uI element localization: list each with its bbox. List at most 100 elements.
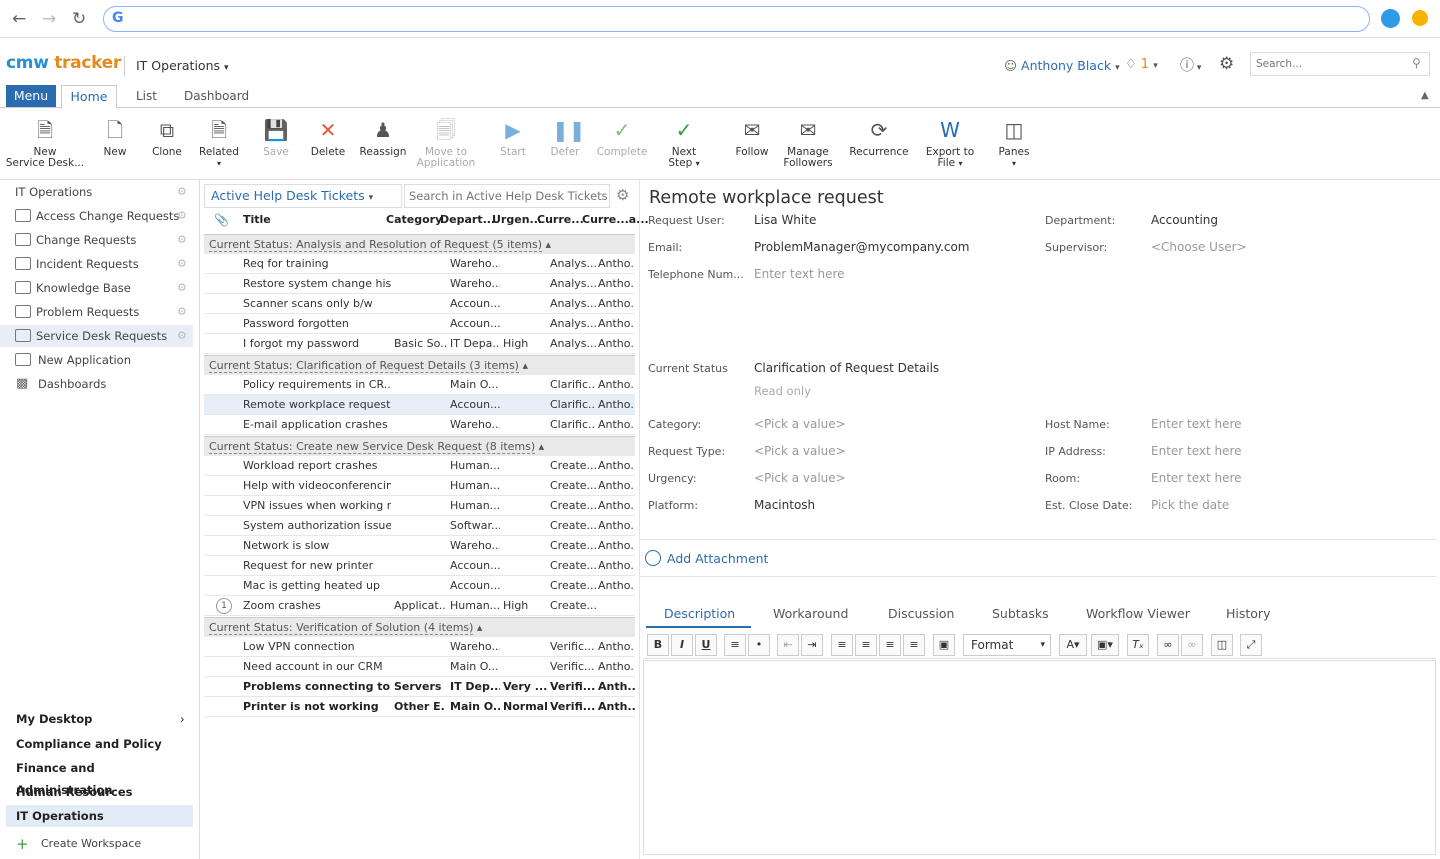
complete-button[interactable]: ✓ Complete: [594, 109, 650, 180]
next-step-button[interactable]: ✓ Next Step ▾: [662, 109, 706, 180]
collapse-group-icon[interactable]: ▴: [473, 621, 483, 634]
settings-gear-icon[interactable]: ⚙: [1219, 54, 1234, 74]
category-select[interactable]: <Pick a value>: [754, 417, 846, 431]
table-row[interactable]: Scanner scans only b/w Accoun... Analys...…: [204, 294, 635, 314]
help-button[interactable]: ⓘ ▾: [1180, 55, 1201, 75]
grid-group-header[interactable]: Current Status: Clarification of Request…: [204, 355, 635, 375]
bold-icon[interactable]: B: [647, 634, 669, 656]
email-value[interactable]: ProblemManager@mycompany.com: [754, 240, 970, 254]
save-button[interactable]: 💾 Save: [256, 109, 296, 180]
outdent-icon[interactable]: ⇤: [777, 634, 799, 656]
gear-icon[interactable]: ⚙: [177, 181, 187, 203]
sidebar-dashboards[interactable]: ▩ Dashboards: [0, 373, 193, 395]
ip-address-input[interactable]: Enter text here: [1151, 444, 1242, 458]
column-title[interactable]: Title: [243, 213, 271, 226]
table-row[interactable]: Help with videoconferencing Human... Creat…: [204, 476, 635, 496]
table-row[interactable]: Password forgotten Accoun... Analys... Anth…: [204, 314, 635, 334]
background-color-icon[interactable]: ▣▾: [1091, 634, 1119, 656]
add-attachment-button[interactable]: Add Attachment: [645, 550, 768, 566]
sidebar-root-it-operations[interactable]: IT Operations ⚙: [0, 181, 193, 203]
platform-value[interactable]: Macintosh: [754, 498, 815, 512]
host-name-input[interactable]: Enter text here: [1151, 417, 1242, 431]
workspace-human-resources[interactable]: Human Resources: [6, 781, 193, 803]
notifications-button[interactable]: ♢ 1 ▾: [1125, 57, 1158, 72]
collapse-ribbon-icon[interactable]: ▲: [1421, 90, 1429, 101]
table-row[interactable]: Problems connecting to ... Servers IT Dep.…: [204, 677, 635, 697]
address-bar[interactable]: G: [103, 6, 1370, 32]
align-left-icon[interactable]: ≡: [831, 634, 853, 656]
grid-group-header[interactable]: Current Status: Verification of Solution…: [204, 617, 635, 637]
gear-icon[interactable]: ⚙: [177, 301, 187, 323]
table-row[interactable]: Request for new printer Accoun... Create..…: [204, 556, 635, 576]
numbered-list-icon[interactable]: ≡: [724, 634, 746, 656]
source-icon[interactable]: ◫: [1211, 634, 1233, 656]
column-department[interactable]: Depart...: [440, 213, 495, 226]
maximize-icon[interactable]: ⤢: [1240, 634, 1262, 656]
link-icon[interactable]: ∞: [1157, 634, 1179, 656]
collapse-group-icon[interactable]: ▴: [535, 440, 545, 453]
unlink-icon[interactable]: ∞: [1181, 634, 1203, 656]
sidebar-item-incident-requests[interactable]: Incident Requests ⚙: [0, 253, 193, 275]
pane-divider[interactable]: [639, 180, 640, 859]
gear-icon[interactable]: ⚙: [177, 325, 187, 347]
align-right-icon[interactable]: ≡: [879, 634, 901, 656]
tab-history[interactable]: History: [1226, 606, 1270, 621]
table-row[interactable]: Network is slow Wareho... Create...Antho..…: [204, 536, 635, 556]
gear-icon[interactable]: ⚙: [177, 205, 187, 227]
tab-home[interactable]: Home: [61, 85, 117, 109]
column-urgency[interactable]: Urgen...: [492, 213, 542, 226]
urgency-select[interactable]: <Pick a value>: [754, 471, 846, 485]
table-row[interactable]: E-mail application crashes ... Wareho... C…: [204, 415, 635, 435]
table-row[interactable]: VPN issues when working r... Human... Crea…: [204, 496, 635, 516]
tab-dashboard[interactable]: Dashboard: [184, 89, 249, 103]
bullet-list-icon[interactable]: •: [748, 634, 770, 656]
request-type-select[interactable]: <Pick a value>: [754, 444, 846, 458]
clone-button[interactable]: ⧉ Clone: [146, 109, 188, 180]
workspace-selector[interactable]: IT Operations ▾: [136, 58, 229, 73]
table-row[interactable]: I forgot my password Basic So... IT Depa..…: [204, 334, 635, 354]
gear-icon[interactable]: ⚙: [177, 253, 187, 275]
tab-discussion[interactable]: Discussion: [888, 606, 954, 621]
workspace-finance-and-administration[interactable]: Finance and Administration: [6, 757, 193, 797]
sidebar-new-application[interactable]: New Application: [0, 349, 193, 371]
collapse-group-icon[interactable]: ▴: [542, 238, 551, 251]
table-row[interactable]: Workload report crashes Human... Create...…: [204, 456, 635, 476]
app-logo[interactable]: cmw tracker: [6, 53, 121, 73]
grid-group-header[interactable]: Current Status: Create new Service Desk …: [204, 436, 635, 456]
related-button[interactable]: 🗎 Related ▾: [196, 109, 242, 180]
image-icon[interactable]: ▣: [933, 634, 955, 656]
reassign-button[interactable]: ♟ Reassign: [358, 109, 408, 180]
tab-workflow-viewer[interactable]: Workflow Viewer: [1086, 606, 1190, 621]
indent-icon[interactable]: ⇥: [801, 634, 823, 656]
table-row[interactable]: Restore system change his... Wareho... Ana…: [204, 274, 635, 294]
sidebar-item-access-change-requests[interactable]: Access Change Requests ⚙: [0, 205, 193, 227]
department-value[interactable]: Accounting: [1151, 213, 1218, 227]
table-row[interactable]: Need account in our CRM Main O... Verific.…: [204, 657, 635, 677]
align-center-icon[interactable]: ≡: [855, 634, 877, 656]
description-editor[interactable]: [643, 660, 1436, 855]
new-button[interactable]: 🗋 New: [95, 109, 135, 180]
reload-icon[interactable]: ↻: [72, 9, 86, 29]
room-input[interactable]: Enter text here: [1151, 471, 1242, 485]
table-row[interactable]: Printer is not working Other E... Main O..…: [204, 697, 635, 717]
underline-icon[interactable]: U: [695, 634, 717, 656]
gear-icon[interactable]: ⚙: [177, 229, 187, 251]
recurrence-button[interactable]: ⟳ Recurrence: [848, 109, 910, 180]
sidebar-item-problem-requests[interactable]: Problem Requests ⚙: [0, 301, 193, 323]
supervisor-input[interactable]: <Choose User>: [1151, 240, 1247, 254]
grid-group-header[interactable]: Current Status: Analysis and Resolution …: [204, 234, 635, 254]
move-to-application-button[interactable]: 🗐 Move to Application: [414, 109, 478, 180]
workspace-my-desktop[interactable]: My Desktop ›: [6, 708, 193, 730]
justify-icon[interactable]: ≡: [903, 634, 925, 656]
table-row[interactable]: Req for training Wareho... Analys... Antho.…: [204, 254, 635, 274]
delete-button[interactable]: ✕ Delete: [306, 109, 350, 180]
follow-button[interactable]: ✉ Follow: [730, 109, 774, 180]
italic-icon[interactable]: I: [671, 634, 693, 656]
tab-subtasks[interactable]: Subtasks: [992, 606, 1049, 621]
tab-description[interactable]: Description: [664, 606, 735, 621]
gear-icon[interactable]: ⚙: [177, 277, 187, 299]
tab-workaround[interactable]: Workaround: [773, 606, 848, 621]
new-service-desk-button[interactable]: 🗎 New Service Desk...: [4, 109, 86, 180]
format-select[interactable]: Format ▾: [963, 634, 1051, 656]
table-row[interactable]: Policy requirements in CR... Main O... Cla…: [204, 375, 635, 395]
